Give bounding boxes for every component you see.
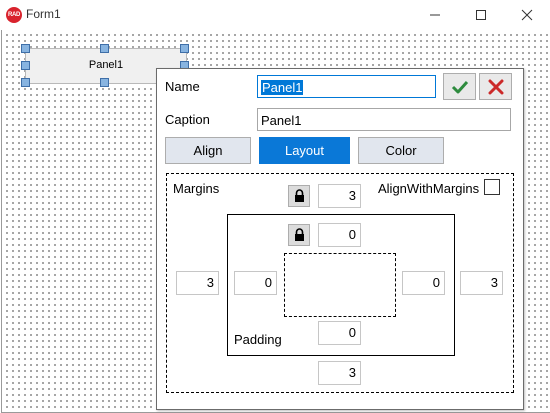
- margin-right-input[interactable]: 3: [460, 271, 503, 295]
- resize-handle-bottom[interactable]: [100, 78, 109, 87]
- close-window-button[interactable]: [504, 0, 550, 30]
- margin-bottom-input[interactable]: 3: [318, 361, 361, 385]
- tab-layout[interactable]: Layout: [259, 137, 350, 164]
- resize-handle-left[interactable]: [21, 61, 30, 70]
- minimize-icon: [430, 14, 440, 16]
- resize-handle-top[interactable]: [100, 44, 109, 53]
- app-logo-icon: RAD: [6, 7, 22, 23]
- caption-label: Caption: [165, 112, 210, 127]
- title-bar: RAD Form1: [0, 0, 550, 30]
- padding-top-input[interactable]: 0: [318, 223, 361, 247]
- tab-align[interactable]: Align: [165, 137, 251, 164]
- maximize-button[interactable]: [458, 0, 504, 30]
- padding-label: Padding: [234, 332, 282, 347]
- name-label: Name: [165, 79, 200, 94]
- maximize-icon: [476, 10, 486, 20]
- padding-right-input[interactable]: 0: [402, 271, 445, 295]
- window-title: Form1: [26, 7, 61, 21]
- caption-field[interactable]: Panel1: [257, 108, 511, 131]
- margins-lock-button[interactable]: [288, 185, 310, 207]
- margin-top-input[interactable]: 3: [318, 184, 361, 208]
- align-with-margins-checkbox[interactable]: [484, 179, 500, 195]
- minimize-button[interactable]: [412, 0, 458, 30]
- name-field-value: Panel1: [261, 80, 304, 95]
- padding-bottom-input[interactable]: 0: [318, 321, 361, 345]
- checkmark-icon: [451, 80, 469, 94]
- padding-lock-button[interactable]: [288, 224, 310, 246]
- resize-handle-bottom-left[interactable]: [21, 78, 30, 87]
- resize-handle-top-right[interactable]: [180, 44, 189, 53]
- resize-handle-top-left[interactable]: [21, 44, 30, 53]
- margin-left-input[interactable]: 3: [176, 271, 219, 295]
- lock-icon: [295, 228, 304, 241]
- padding-left-input[interactable]: 0: [234, 271, 277, 295]
- close-icon: [521, 9, 533, 21]
- lock-icon: [295, 189, 304, 202]
- x-icon: [488, 79, 504, 95]
- cancel-button[interactable]: [479, 73, 512, 100]
- margins-label: Margins: [173, 181, 220, 196]
- align-with-margins-label: AlignWithMargins: [378, 181, 480, 196]
- ok-button[interactable]: [443, 73, 476, 100]
- name-field[interactable]: Panel1: [257, 75, 436, 98]
- tab-color[interactable]: Color: [358, 137, 444, 164]
- content-area: [284, 253, 396, 317]
